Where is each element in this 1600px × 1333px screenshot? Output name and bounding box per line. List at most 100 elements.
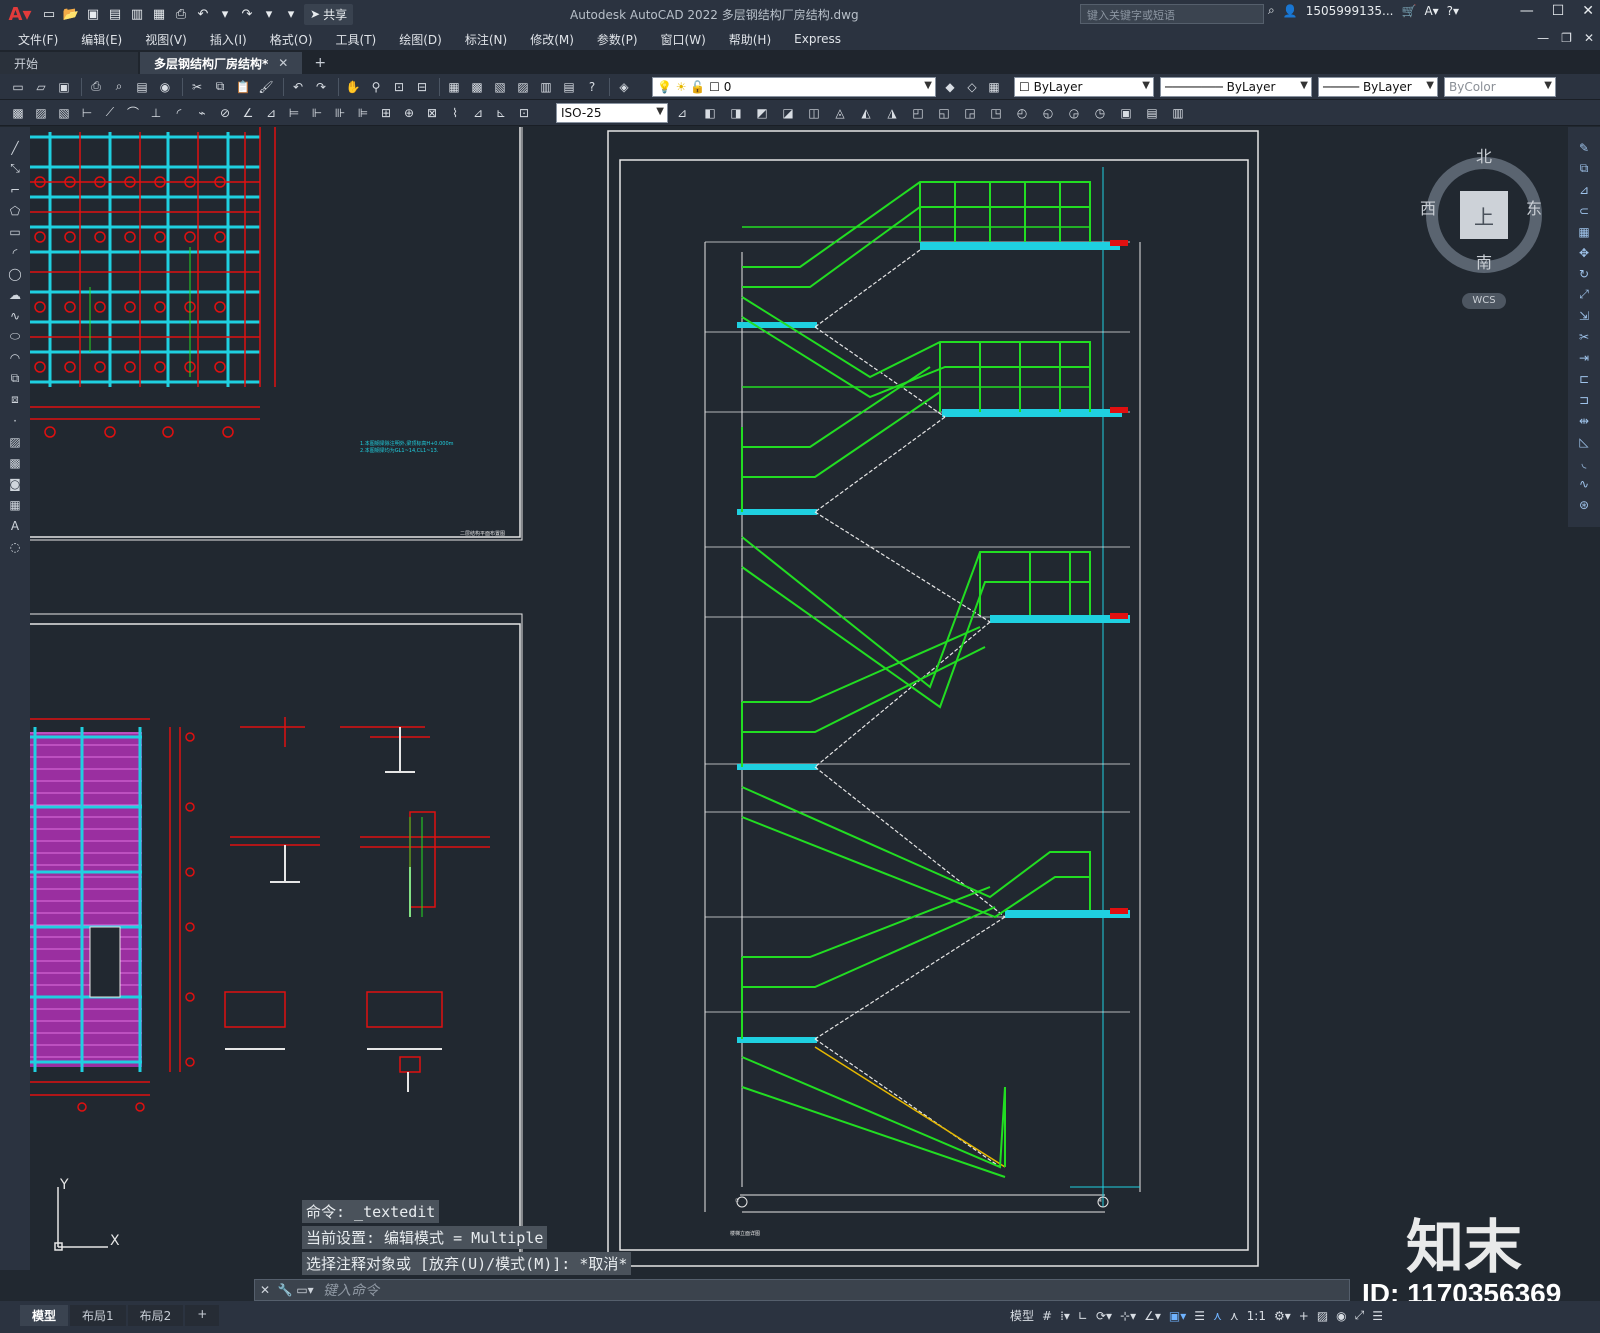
menu-view[interactable]: 视图(V) [145,31,187,48]
3d-print-icon[interactable]: ◉ [155,77,175,97]
table-icon[interactable]: ▦ [6,496,24,513]
plotstyle-dropdown[interactable]: ByColor ▼ [1444,77,1556,97]
ellipse-icon[interactable]: ⬭ [6,328,24,345]
dim-edit-icon[interactable]: ⊿ [468,103,488,123]
selection-cycling-icon[interactable]: ▣▾ [1169,1309,1186,1323]
lineweight-dropdown[interactable]: ───── ByLayer ▼ [1318,77,1438,97]
dimstyle-dropdown[interactable]: ISO-25 ▼ [556,103,668,123]
match-prop-icon[interactable]: 🖌 [256,77,276,97]
revcloud-icon[interactable]: ☁ [6,286,24,303]
line-icon[interactable]: ╱ [6,139,24,156]
snap-icon[interactable]: ⁞▾ [1060,1309,1070,1323]
open-icon[interactable]: 📂 [62,5,80,23]
redo-dropdown-icon[interactable]: ▾ [260,5,278,23]
plot-icon[interactable]: ⎙ [172,5,190,23]
point-icon[interactable]: · [6,412,24,429]
linear-dim-icon[interactable]: ⊢ [77,103,97,123]
gear-icon[interactable]: ⚙▾ [1274,1309,1291,1323]
ortho-icon[interactable]: ∟ [1078,1309,1088,1323]
new-icon[interactable]: ▭ [40,5,58,23]
search-icon[interactable]: ⌕ [1268,3,1275,18]
tool-icon[interactable]: ◴ [1012,103,1032,123]
baseline-icon[interactable]: ⊨ [284,103,304,123]
blend-icon[interactable]: ∿ [1575,475,1593,492]
saveas-icon[interactable]: ▤ [106,5,124,23]
lineweight-icon[interactable]: ☰ [1194,1309,1205,1323]
tool-icon[interactable]: ◲ [960,103,980,123]
markup-icon[interactable]: ▥ [536,77,556,97]
compass-west[interactable]: 西 [1420,195,1436,219]
polar-icon[interactable]: ⟳▾ [1096,1309,1112,1323]
share-button[interactable]: ➤ 共享 [304,3,354,25]
break-icon[interactable]: ⊫ [353,103,373,123]
customize-command-icon[interactable]: 🔧 [275,1283,295,1297]
mirror-icon[interactable]: ⊿ [1575,181,1593,198]
hardware-accel-icon[interactable]: ▨ [1317,1309,1328,1323]
ordinate-icon[interactable]: ⊥ [146,103,166,123]
help-icon[interactable]: ? [582,77,602,97]
tool-icon[interactable]: ◰ [908,103,928,123]
annotation-scale[interactable]: 1:1 [1247,1309,1266,1323]
tool-icon[interactable]: ◱ [934,103,954,123]
offset-icon[interactable]: ⊂ [1575,202,1593,219]
aligned-dim-icon[interactable]: ⟋ [100,103,120,123]
radius-icon[interactable]: ◜ [169,103,189,123]
tool-icon[interactable]: ◩ [752,103,772,123]
menu-help[interactable]: 帮助(H) [729,31,771,48]
dim-text-edit-icon[interactable]: ⊾ [491,103,511,123]
publish-icon[interactable]: ▤ [132,77,152,97]
tool-icon[interactable]: ◪ [778,103,798,123]
design-center-icon[interactable]: ▩ [467,77,487,97]
layout-tab-model[interactable]: 模型 [20,1305,69,1326]
menu-format[interactable]: 格式(O) [270,31,313,48]
polyline-icon[interactable]: ⌐ [6,181,24,198]
help-icon[interactable]: ?▾ [1447,4,1459,18]
viewcube-top-face[interactable]: 上 [1460,191,1508,239]
compass-south[interactable]: 南 [1476,249,1492,273]
undo-icon[interactable]: ↶ [288,77,308,97]
tool-icon[interactable]: ▤ [1142,103,1162,123]
tab-start[interactable]: 开始 [0,52,138,74]
user-name[interactable]: 1505999135... [1306,4,1394,18]
plot-icon[interactable]: ⎙ [86,77,106,97]
layout-tab-1[interactable]: 布局1 [70,1305,126,1326]
autocad-logo-icon[interactable]: A▾ [0,0,40,28]
continue-icon[interactable]: ⊩ [307,103,327,123]
fillet-icon[interactable]: ◟ [1575,454,1593,471]
add-icon[interactable]: + [1299,1309,1309,1323]
new-icon[interactable]: ▭ [8,77,28,97]
break-point-icon[interactable]: ⊏ [1575,370,1593,387]
compass-north[interactable]: 北 [1476,143,1492,167]
tolerance-icon[interactable]: ⊞ [376,103,396,123]
model-space-button[interactable]: 模型 [1010,1307,1034,1324]
hatch-icon[interactable]: ▨ [6,433,24,450]
tool-icon[interactable]: ▥ [1168,103,1188,123]
dim-style-icon[interactable]: ⊿ [672,103,692,123]
undo-dropdown-icon[interactable]: ▾ [216,5,234,23]
rectangle-icon[interactable]: ▭ [6,223,24,240]
dim-update-icon[interactable]: ⊡ [514,103,534,123]
add-layout-button[interactable]: + [185,1305,220,1326]
linetype-dropdown[interactable]: ──────── ByLayer ▼ [1160,77,1312,97]
tool-icon[interactable]: ▩ [8,103,28,123]
otrack-icon[interactable]: ∠▾ [1144,1309,1161,1323]
properties-icon[interactable]: ▦ [444,77,464,97]
menu-window[interactable]: 窗口(W) [661,31,706,48]
ellipse-arc-icon[interactable]: ◠ [6,349,24,366]
tool-icon[interactable]: ▣ [1116,103,1136,123]
gradient-icon[interactable]: ▩ [6,454,24,471]
diameter-icon[interactable]: ⊘ [215,103,235,123]
close-command-icon[interactable]: ✕ [255,1283,275,1297]
menu-parametric[interactable]: 参数(P) [597,31,638,48]
jog-line-icon[interactable]: ⌇ [445,103,465,123]
customize-dropdown-icon[interactable]: ▾ [282,5,300,23]
menu-modify[interactable]: 修改(M) [530,31,574,48]
zoom-realtime-icon[interactable]: ⚲ [366,77,386,97]
doc-restore-icon[interactable]: ❐ [1561,31,1572,45]
quick-dim-icon[interactable]: ⊿ [261,103,281,123]
menu-insert[interactable]: 插入(I) [210,31,247,48]
tool-palettes-icon[interactable]: ▧ [490,77,510,97]
redo-icon[interactable]: ↷ [238,5,256,23]
construction-line-icon[interactable]: ⤡ [6,160,24,177]
new-tab-button[interactable]: + [304,52,336,74]
